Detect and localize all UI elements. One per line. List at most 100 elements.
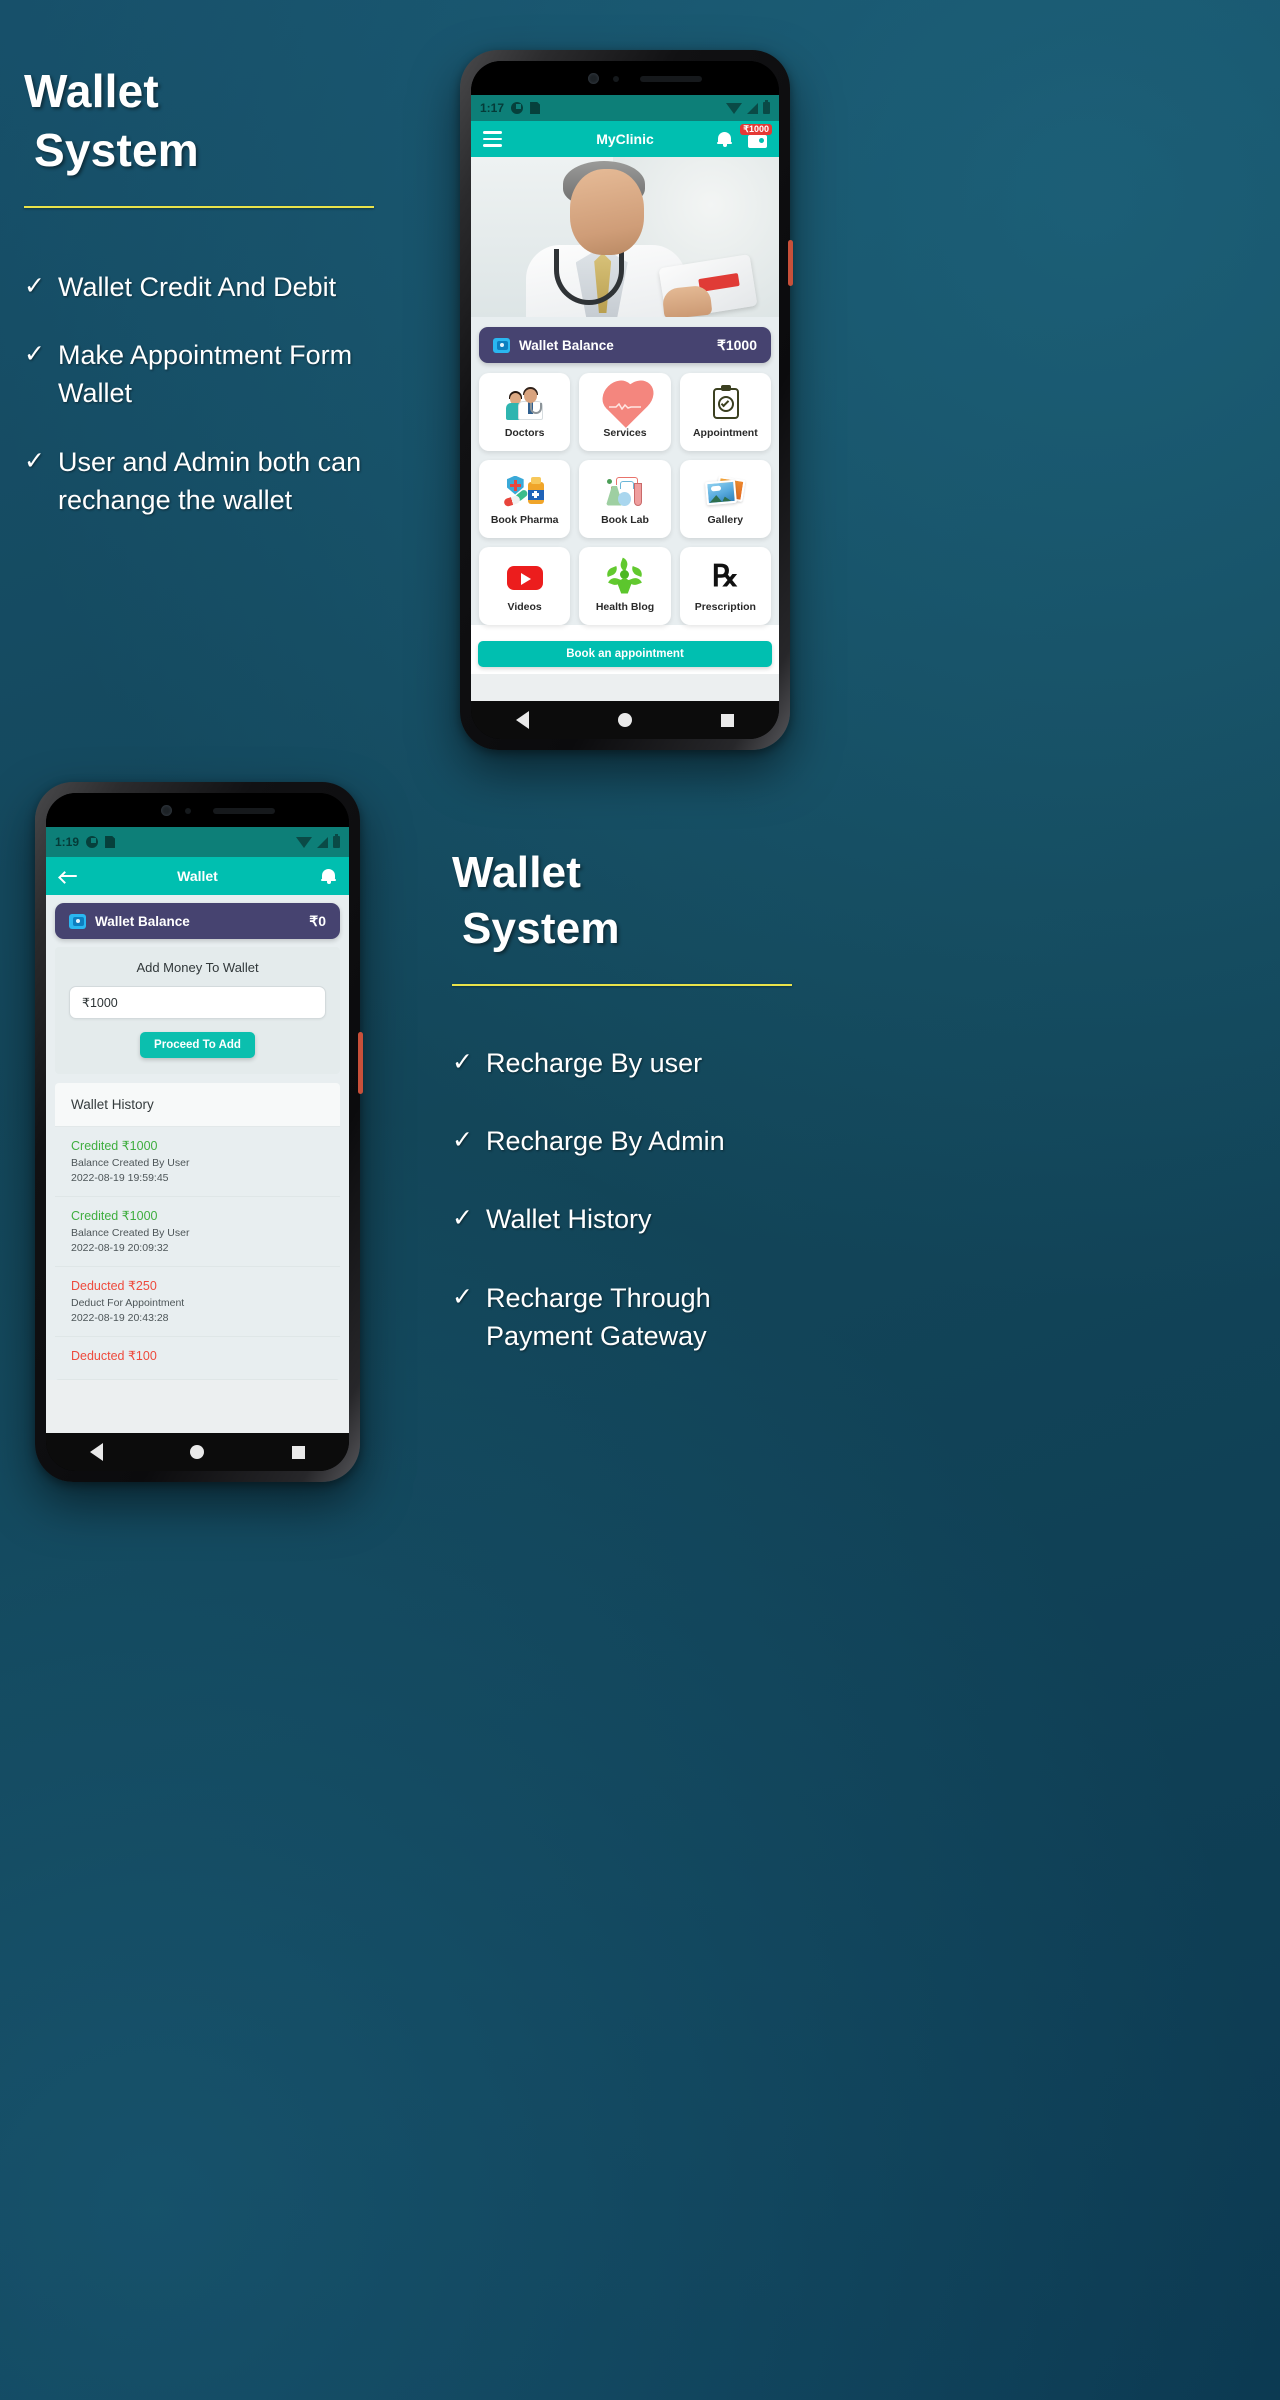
wallet-history-title: Wallet History [55,1083,340,1127]
transaction-date: 2022-08-19 20:09:32 [71,1242,169,1254]
list-item-label: User and Admin both can rechange the wal… [58,446,362,516]
home-content: Wallet Balance ₹1000 Doctors Services Ap… [471,317,779,625]
wallet-icon[interactable]: ₹1000 [740,123,772,148]
list-item: ✓ Wallet Credit And Debit [24,268,374,306]
title-divider [24,205,374,208]
tile-health-blog[interactable]: Health Blog [579,547,671,625]
check-icon: ✓ [24,446,45,475]
home-nav-icon[interactable] [617,713,632,727]
tile-book-pharma[interactable]: Book Pharma [479,460,571,538]
list-item: ✓ Recharge By Admin [452,1122,792,1160]
sensor-icon [612,76,619,82]
app-bar: Wallet [46,857,349,895]
photos-icon [704,473,746,507]
wallet-balance-card[interactable]: Wallet Balance ₹1000 [479,327,771,363]
list-item: ✓ Recharge Through Payment Gateway [452,1279,792,1356]
list-item-label: Make Appointment Form Wallet [58,340,353,409]
wallet-history-section: Wallet History Credited ₹1000 Balance Cr… [55,1083,340,1380]
wallet-badge: ₹1000 [740,123,772,136]
clock-icon [511,102,524,114]
proceed-to-add-button[interactable]: Proceed To Add [140,1032,255,1058]
title-divider-2 [452,983,792,986]
add-money-section: Add Money To Wallet ₹1000 Proceed To Add [55,947,340,1074]
list-item-label: Recharge Through Payment Gateway [486,1282,711,1351]
tile-prescription[interactable]: ℞ Prescription [679,547,771,625]
slide-bottom-text-panel: Wallet System ✓ Recharge By user ✓ Recha… [452,845,792,1395]
page-title-line2: System [34,123,199,176]
amount-input[interactable]: ₹1000 [69,986,326,1019]
wallet-icon [69,913,86,929]
status-time: 1:17 [480,101,505,115]
check-icon: ✓ [452,1204,473,1233]
back-nav-icon[interactable] [515,711,529,729]
android-navigation-bar [471,701,779,739]
lab-flask-icon [604,473,646,507]
transaction-amount: Deducted ₹100 [71,1349,157,1363]
tile-gallery[interactable]: Gallery [679,460,771,538]
recents-nav-icon[interactable] [292,1445,306,1459]
recents-nav-icon[interactable] [721,713,735,727]
transaction-description: Deduct For Appointment [71,1297,185,1309]
list-item-label: Wallet History [486,1204,652,1235]
amount-input-value: ₹1000 [82,996,118,1010]
page-title: Wallet System [24,62,374,180]
transaction-amount: Deducted ₹250 [71,1279,157,1293]
list-item-label: Recharge By user [486,1047,703,1078]
notification-bell-icon[interactable] [717,131,732,147]
phone-side-button[interactable] [788,240,793,286]
clipboard-stethoscope-icon [704,384,746,420]
tile-doctors[interactable]: Doctors [479,373,571,451]
list-item[interactable]: Deducted ₹100 [55,1337,340,1380]
front-camera-icon [161,805,173,816]
battery-icon [763,100,770,114]
tile-videos[interactable]: Videos [479,547,571,625]
home-nav-icon[interactable] [190,1445,205,1459]
cta-container: Book an appointment [471,625,779,674]
transaction-amount: Credited ₹1000 [71,1139,158,1153]
pharmacy-icon [502,473,546,507]
check-icon: ✓ [452,1282,473,1311]
health-leaf-icon [604,557,646,594]
slide-top-text-panel: Wallet System ✓ Wallet Credit And Debit … [24,62,374,549]
back-nav-icon[interactable] [89,1443,103,1461]
notification-bell-icon[interactable] [321,868,336,884]
transaction-description: Balance Created By User [71,1227,190,1239]
check-icon: ✓ [24,271,45,300]
tile-label: Health Blog [595,600,655,613]
tile-appointment[interactable]: Appointment [679,373,771,451]
wallet-balance-card[interactable]: Wallet Balance ₹0 [55,903,340,939]
android-navigation-bar [46,1433,349,1471]
wallet-balance-amount: ₹0 [309,912,326,929]
list-item[interactable]: Deducted ₹250 Deduct For Appointment 202… [55,1267,340,1337]
wallet-balance-label: Wallet Balance [519,337,614,353]
status-time: 1:19 [55,835,80,849]
wallet-content: Wallet Balance ₹0 Add Money To Wallet ₹1… [46,895,349,1380]
transaction-description: Balance Created By User [71,1157,190,1169]
tile-label: Prescription [694,600,756,613]
page-title-2-line1: Wallet [452,848,582,897]
doctors-icon [504,386,546,420]
tile-book-lab[interactable]: Book Lab [579,460,671,538]
sd-card-icon [530,102,541,114]
list-item: ✓ User and Admin both can rechange the w… [24,443,374,520]
list-item[interactable]: Credited ₹1000 Balance Created By User 2… [55,1197,340,1267]
list-item[interactable]: Credited ₹1000 Balance Created By User 2… [55,1127,340,1197]
clock-icon [86,836,99,848]
phone-side-button[interactable] [358,1032,363,1094]
wifi-icon [296,836,312,848]
add-money-title: Add Money To Wallet [136,960,259,975]
list-item: ✓ Make Appointment Form Wallet [24,336,374,413]
signal-icon [747,102,758,114]
hamburger-menu-icon[interactable] [483,131,502,147]
front-camera-icon [588,73,600,84]
service-tile-grid: Doctors Services Appointment Book Pharma… [479,373,771,625]
book-appointment-button[interactable]: Book an appointment [478,641,772,667]
earpiece-speaker [640,76,703,82]
status-bar: 1:17 [471,95,779,121]
status-bar: 1:19 [46,827,349,857]
feature-list: ✓ Wallet Credit And Debit ✓ Make Appoint… [24,268,374,520]
transaction-amount: Credited ₹1000 [71,1209,158,1223]
page-title-2-line2: System [462,904,620,954]
transaction-date: 2022-08-19 20:43:28 [71,1312,169,1324]
tile-services[interactable]: Services [579,373,671,451]
